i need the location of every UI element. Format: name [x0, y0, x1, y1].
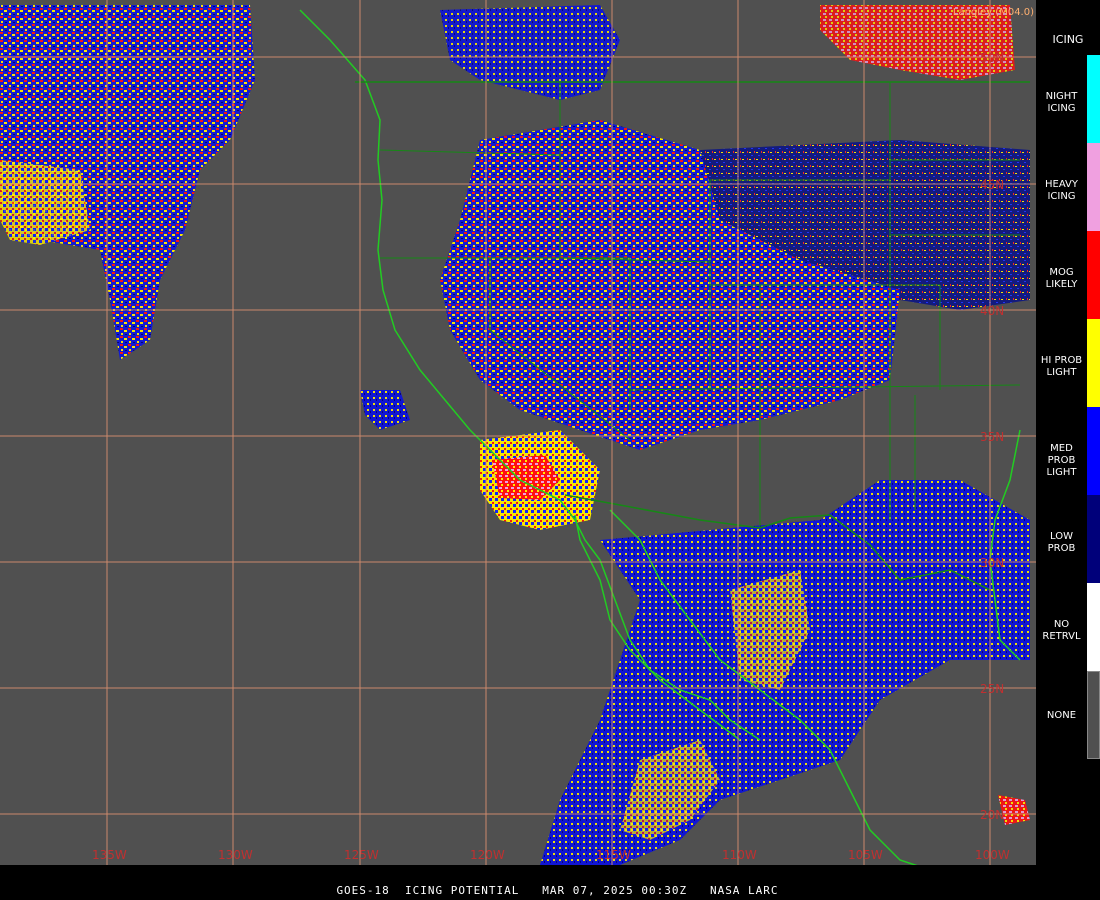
lon-label-135w: 135W: [92, 848, 127, 862]
legend-swatch-night-icing: [1087, 55, 1100, 143]
lon-label-130w: 130W: [218, 848, 253, 862]
legend-title: ICING: [1052, 33, 1084, 46]
legend-label-night-icing: NIGHT ICING: [1045, 91, 1078, 114]
legend-label-hi-prob-light: HI PROB LIGHT: [1040, 355, 1083, 378]
icing-map: 135W 130W 125W 120W 115W 110W 105W 100W …: [0, 0, 1036, 865]
lat-label-50n: 50N: [980, 51, 1004, 65]
lat-label-40n: 40N: [980, 304, 1004, 318]
icing-area-offshore: [0, 160, 90, 245]
lat-label-30n: 30N: [980, 556, 1004, 570]
legend-label-heavy-icing: HEAVY ICING: [1045, 179, 1078, 202]
icing-area-canada: [440, 5, 620, 100]
lat-label-20n: 20N: [980, 808, 1004, 822]
legend-label-med-prob-light: MED PROB LIGHT: [1046, 443, 1077, 478]
image-title: GOES-18 ICING POTENTIAL MAR 07, 2025 00:…: [336, 884, 779, 897]
lat-label-25n: 25N: [980, 682, 1004, 696]
lat-label-35n: 35N: [980, 430, 1004, 444]
legend-label-mog-likely: MOG LIKELY: [1045, 267, 1078, 290]
lon-label-120w: 120W: [470, 848, 505, 862]
lat-label-45n: 45N: [980, 178, 1004, 192]
legend-swatch-mog-likely: [1087, 231, 1100, 319]
credit-label: Langley (M04.0): [952, 7, 1034, 18]
color-legend: ICING NIGHT ICING HEAVY ICING MOG LIKELY HI…: [1036, 0, 1100, 865]
legend-swatch-med-prob-light: [1087, 407, 1100, 495]
lon-label-115w: 115W: [596, 848, 631, 862]
icing-area-ca-coast: [360, 390, 410, 430]
lon-label-105w: 105W: [848, 848, 883, 862]
map-canvas: 135W 130W 125W 120W 115W 110W 105W 100W …: [0, 0, 1036, 865]
lon-label-125w: 125W: [344, 848, 379, 862]
legend-label-no-retrvl: NO RETRVL: [1042, 619, 1081, 642]
icing-field: [0, 5, 1030, 865]
lon-label-100w: 100W: [975, 848, 1010, 862]
legend-swatch-hi-prob-light: [1087, 319, 1100, 407]
lon-label-110w: 110W: [722, 848, 757, 862]
legend-swatch-no-retrvl: [1087, 583, 1100, 671]
legend-label-low-prob: LOW PROB: [1047, 531, 1076, 554]
legend-label-none: NONE: [1046, 710, 1077, 721]
legend-swatch-none: [1087, 671, 1100, 759]
legend-swatch-heavy-icing: [1087, 143, 1100, 231]
legend-swatch-low-prob: [1087, 495, 1100, 583]
